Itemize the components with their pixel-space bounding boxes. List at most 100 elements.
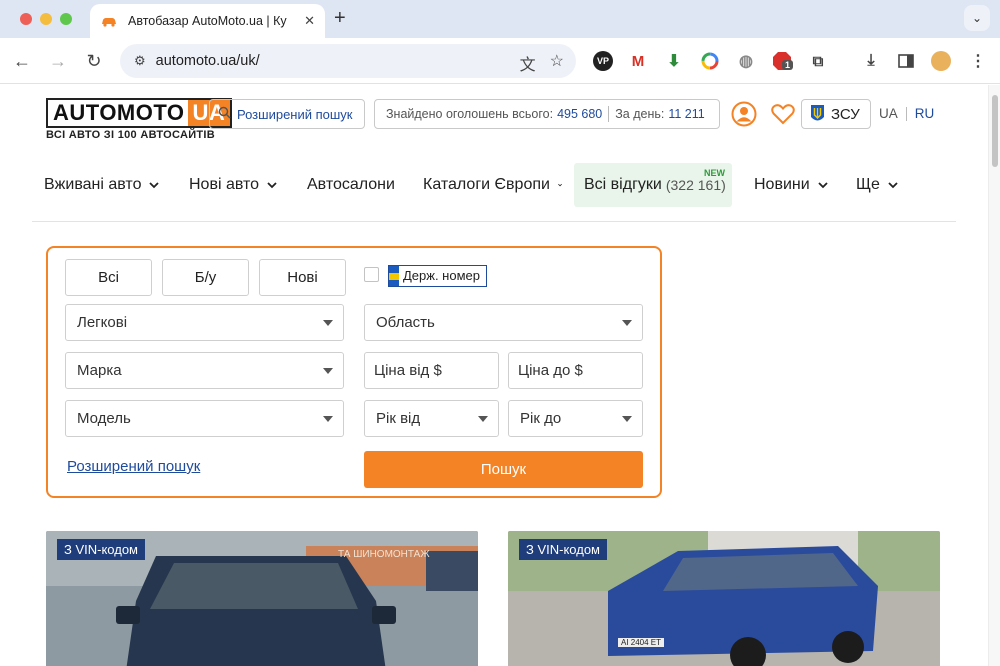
dropdown-caret-icon <box>323 368 333 374</box>
nav-catalogs[interactable]: Каталоги Європи <box>411 163 574 207</box>
price-from-input[interactable]: Ціна від $ <box>364 352 499 389</box>
close-window-button[interactable] <box>20 13 32 25</box>
site-settings-icon[interactable]: ⚙ <box>134 53 146 69</box>
price-to-input[interactable]: Ціна до $ <box>508 352 643 389</box>
forward-arrow-icon[interactable]: → <box>46 49 70 73</box>
chevron-down-icon <box>558 183 562 187</box>
nav-used-cars[interactable]: Вживані авто <box>32 163 177 207</box>
counter-divider <box>608 106 610 122</box>
car-search-form: Всі Б/у Нові Держ. номер Легкові Область… <box>46 246 662 498</box>
counter-total: 495 680 <box>557 107 603 121</box>
listing-counter: Знайдено оголошень всього: 495 680 За де… <box>374 99 720 129</box>
listing-card[interactable]: АІ 2404 ЕТ З VIN-кодом <box>508 531 940 666</box>
year-from-value: Рік від <box>376 410 421 427</box>
nav-new-cars[interactable]: Нові авто <box>177 163 295 207</box>
download-extension-icon[interactable]: ⬇ <box>664 51 684 71</box>
vehicle-type-value: Легкові <box>77 314 128 331</box>
dropdown-caret-icon <box>323 320 333 326</box>
advanced-search-label: Розширений пошук <box>237 106 353 122</box>
maximize-window-button[interactable] <box>60 13 72 25</box>
page-scrollbar[interactable] <box>988 85 1000 666</box>
extensions-puzzle-icon[interactable]: ⧉ <box>808 51 828 71</box>
downloads-icon[interactable]: ⤓ <box>861 51 881 71</box>
gmail-extension-icon[interactable]: M <box>628 51 648 71</box>
adblock-extension-icon[interactable]: 1 <box>772 51 794 71</box>
plate-search-label[interactable]: Держ. номер <box>388 265 487 287</box>
browser-menu-icon[interactable]: ⋮ <box>968 51 988 71</box>
nav-new-cars-label: Нові авто <box>189 176 260 193</box>
nav-catalogs-label: Каталоги Європи <box>423 176 550 193</box>
browser-tab-bar: Автобазар AutoMoto.ua | Ку ✕ + ⌄ <box>0 0 1000 38</box>
favorites-heart-icon[interactable] <box>770 101 796 127</box>
main-navigation: Вживані авто Нові авто Автосалони Катало… <box>32 162 956 208</box>
globe-extension-icon[interactable]: ◍ <box>736 51 756 71</box>
vpn-extension-icon[interactable]: VP <box>593 51 613 71</box>
nav-news-label: Новини <box>754 176 810 193</box>
zsu-support-button[interactable]: ЗСУ <box>801 99 871 129</box>
model-value: Модель <box>77 410 131 427</box>
chevron-down-icon <box>818 182 828 189</box>
chevron-down-icon <box>888 182 898 189</box>
dropdown-caret-icon <box>478 416 488 422</box>
make-select[interactable]: Марка <box>65 352 344 389</box>
browser-toolbar: ← → ↻ ⚙ automoto.ua/uk/ 文 ☆ VP M ⬇ ◍ 1 ⧉… <box>0 38 1000 84</box>
close-tab-icon[interactable]: ✕ <box>304 13 315 29</box>
nav-more[interactable]: Ще <box>844 163 914 207</box>
new-badge: NEW <box>704 168 725 178</box>
listing-card[interactable]: ТА ШИНОМОНТАЖ З VIN-кодом <box>46 531 478 666</box>
make-value: Марка <box>77 362 122 379</box>
search-icon <box>218 106 231 122</box>
year-to-select[interactable]: Рік до <box>508 400 643 437</box>
nav-divider <box>32 221 956 222</box>
url-text: automoto.ua/uk/ <box>155 53 260 69</box>
profile-avatar[interactable] <box>931 51 951 71</box>
chevron-down-icon <box>267 182 277 189</box>
nav-news[interactable]: Новини <box>742 163 844 207</box>
counter-label: Знайдено оголошень всього: <box>386 107 554 121</box>
advanced-search-link[interactable]: Розширений пошук <box>67 458 200 475</box>
back-arrow-icon[interactable]: ← <box>10 49 34 73</box>
address-bar[interactable]: ⚙ automoto.ua/uk/ 文 ☆ <box>120 44 576 78</box>
model-select[interactable]: Модель <box>65 400 344 437</box>
bookmark-star-icon[interactable]: ☆ <box>550 51 564 75</box>
new-tab-button[interactable]: + <box>334 6 346 30</box>
plate-search-text: Держ. номер <box>403 268 480 283</box>
tab-title: Автобазар AutoMoto.ua | Ку <box>128 14 287 28</box>
lang-ru-link[interactable]: RU <box>915 106 935 121</box>
chevron-down-icon <box>149 182 160 189</box>
year-from-select[interactable]: Рік від <box>364 400 499 437</box>
search-submit-button[interactable]: Пошук <box>364 451 643 488</box>
nav-dealers-label: Автосалони <box>307 176 395 193</box>
lang-ua-link[interactable]: UA <box>879 106 898 121</box>
ukraine-shield-icon <box>811 105 824 121</box>
shop-sign-text: ТА ШИНОМОНТАЖ <box>338 549 430 560</box>
filter-used-button[interactable]: Б/у <box>162 259 249 296</box>
language-switcher: UA RU <box>879 106 934 121</box>
vin-badge: З VIN-кодом <box>519 539 607 560</box>
plate-search-checkbox[interactable] <box>364 267 379 282</box>
nav-reviews-label: Всі відгуки <box>584 176 662 193</box>
page-content: AUTOMOTO UA ВСІ АВТО ЗІ 100 АВТОСАЙТІВ Р… <box>0 85 988 666</box>
color-wheel-extension-icon[interactable] <box>700 51 720 71</box>
extension-badge: 1 <box>782 60 794 70</box>
nav-dealers[interactable]: Автосалони <box>295 163 411 207</box>
minimize-window-button[interactable] <box>40 13 52 25</box>
browser-tab[interactable]: Автобазар AutoMoto.ua | Ку ✕ <box>90 4 325 38</box>
scrollbar-thumb[interactable] <box>992 95 998 167</box>
region-select[interactable]: Область <box>364 304 643 341</box>
dropdown-caret-icon <box>622 320 632 326</box>
filter-all-button[interactable]: Всі <box>65 259 152 296</box>
site-logo[interactable]: AUTOMOTO UA <box>46 98 233 128</box>
nav-more-label: Ще <box>856 176 880 193</box>
side-panel-icon[interactable] <box>896 51 916 71</box>
license-plate-text: АІ 2404 ЕТ <box>618 638 665 647</box>
vehicle-type-select[interactable]: Легкові <box>65 304 344 341</box>
advanced-search-button[interactable]: Розширений пошук <box>209 99 365 129</box>
translate-icon[interactable]: 文 <box>520 51 536 75</box>
nav-reviews[interactable]: Всі відгуки (322 161) NEW <box>574 163 732 207</box>
filter-new-button[interactable]: Нові <box>259 259 346 296</box>
user-account-icon[interactable] <box>731 101 757 127</box>
tab-search-chevron-icon[interactable]: ⌄ <box>964 5 990 31</box>
reload-icon[interactable]: ↻ <box>82 49 106 73</box>
dropdown-caret-icon <box>323 416 333 422</box>
